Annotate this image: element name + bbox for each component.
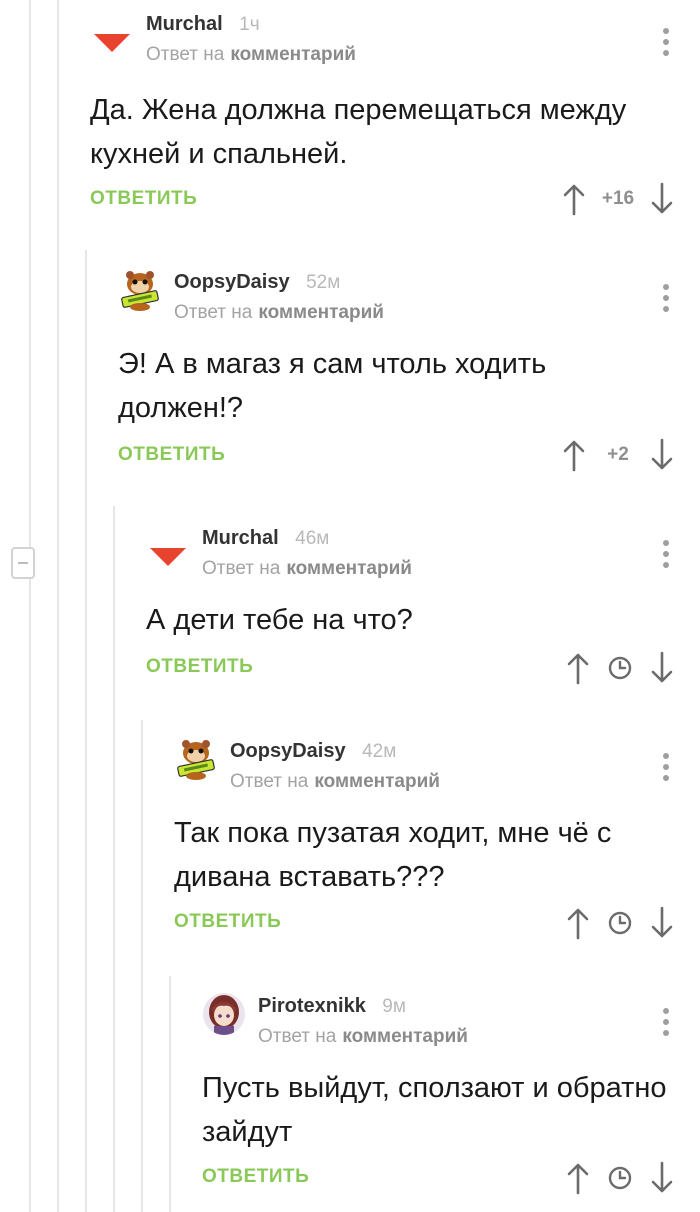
comment-menu-button[interactable]	[662, 753, 670, 783]
rating-count: +16	[601, 188, 635, 209]
reply-button[interactable]: ОТВЕТИТЬ	[174, 911, 281, 933]
comment-time: 52м	[306, 272, 341, 293]
more-vertical-icon	[663, 540, 669, 546]
user-avatar[interactable]	[118, 268, 162, 312]
user-avatar[interactable]	[146, 532, 190, 576]
arrow-up-icon[interactable]	[566, 906, 590, 940]
reply-to-link[interactable]: комментарий	[258, 302, 384, 323]
arrow-down-icon[interactable]	[650, 182, 674, 216]
reply-to-link[interactable]: комментарий	[286, 558, 412, 579]
reply-to: Ответ на комментарий	[202, 558, 412, 580]
comment: OopsyDaisy 52м Ответ на комментарий Э! А …	[118, 258, 700, 494]
arrow-down-icon[interactable]	[650, 651, 674, 685]
vote-controls	[566, 1160, 674, 1196]
arrow-down-icon[interactable]	[650, 1161, 674, 1195]
red-triangle-icon	[94, 34, 130, 52]
thread-line	[141, 720, 143, 1212]
red-triangle-icon	[150, 548, 186, 566]
clock-icon	[608, 911, 632, 935]
comment-text: Так пока пузатая ходит, мне чё с дивана …	[174, 817, 612, 893]
author-name[interactable]: Murchal	[202, 527, 279, 550]
thread-line	[113, 506, 115, 1212]
comment-menu-button[interactable]	[662, 28, 670, 58]
reply-to-link[interactable]: комментарий	[230, 44, 356, 65]
reply-to-prefix: Ответ на	[146, 44, 225, 65]
vote-controls	[566, 905, 674, 941]
reply-to-prefix: Ответ на	[230, 771, 309, 792]
comment-text: Пусть выйдут, сползают и обратно зайдут	[202, 1072, 667, 1148]
reply-to: Ответ на комментарий	[174, 302, 384, 324]
thread-line	[57, 0, 59, 1212]
reply-to-link[interactable]: комментарий	[342, 1026, 468, 1047]
collapse-thread-button[interactable]	[11, 547, 35, 579]
comment-menu-button[interactable]	[662, 540, 670, 570]
reply-to-prefix: Ответ на	[202, 558, 281, 579]
comment-text: Да. Жена должна перемещаться между кухне…	[90, 94, 627, 170]
reply-button[interactable]: ОТВЕТИТЬ	[118, 444, 225, 466]
comment-time: 46м	[295, 528, 330, 549]
reply-button[interactable]: ОТВЕТИТЬ	[146, 656, 253, 678]
arrow-up-icon[interactable]	[566, 1161, 590, 1195]
comment-menu-button[interactable]	[662, 1008, 670, 1038]
reply-to-prefix: Ответ на	[174, 302, 253, 323]
reply-to-link[interactable]: комментарий	[314, 771, 440, 792]
user-avatar[interactable]	[90, 18, 134, 62]
clock-icon	[608, 1166, 632, 1190]
reply-button[interactable]: ОТВЕТИТЬ	[202, 1166, 309, 1188]
comment-time: 9м	[382, 996, 406, 1017]
comment-text: Э! А в магаз я сам чтоль ходить должен!?	[118, 348, 547, 424]
comment-time: 1ч	[239, 14, 260, 35]
more-vertical-icon	[663, 28, 669, 34]
more-vertical-icon	[663, 753, 669, 759]
hamster-avatar	[121, 271, 159, 311]
comment: Pirotexnikk 9м Ответ на комментарий Пусть…	[202, 982, 700, 1212]
comment: Murchal 1ч Ответ на комментарий Да. Жена …	[90, 0, 700, 236]
reply-to: Ответ на комментарий	[146, 44, 356, 66]
reply-to: Ответ на комментарий	[258, 1026, 468, 1048]
anime-girl-avatar	[203, 993, 245, 1035]
vote-controls	[566, 650, 674, 686]
hamster-avatar	[177, 740, 215, 780]
arrow-down-icon[interactable]	[650, 438, 674, 472]
arrow-up-icon[interactable]	[566, 651, 590, 685]
reply-to: Ответ на комментарий	[230, 771, 440, 793]
thread-line	[85, 250, 87, 1212]
arrow-up-icon[interactable]	[562, 182, 586, 216]
author-name[interactable]: Murchal	[146, 13, 223, 36]
user-avatar[interactable]	[174, 737, 218, 781]
comment-text: А дети тебе на что?	[146, 604, 413, 636]
clock-icon	[608, 656, 632, 680]
rating-count: +2	[607, 444, 629, 465]
comment-menu-button[interactable]	[662, 284, 670, 314]
author-name[interactable]: Pirotexnikk	[258, 995, 366, 1018]
author-name[interactable]: OopsyDaisy	[174, 271, 290, 294]
more-vertical-icon	[663, 284, 669, 290]
author-name[interactable]: OopsyDaisy	[230, 740, 346, 763]
thread-line	[169, 976, 171, 1212]
arrow-up-icon[interactable]	[562, 438, 586, 472]
comment: Murchal 46м Ответ на комментарий А дети т…	[146, 514, 700, 714]
arrow-down-icon[interactable]	[650, 906, 674, 940]
reply-to-prefix: Ответ на	[258, 1026, 337, 1047]
comment-time: 42м	[362, 741, 397, 762]
comment: OopsyDaisy 42м Ответ на комментарий Так п…	[174, 727, 700, 967]
user-avatar[interactable]	[202, 992, 246, 1036]
vote-controls: +2	[562, 437, 674, 473]
more-vertical-icon	[663, 1008, 669, 1014]
reply-button[interactable]: ОТВЕТИТЬ	[90, 188, 197, 210]
thread-line	[29, 0, 31, 1212]
vote-controls: +16	[562, 181, 674, 217]
